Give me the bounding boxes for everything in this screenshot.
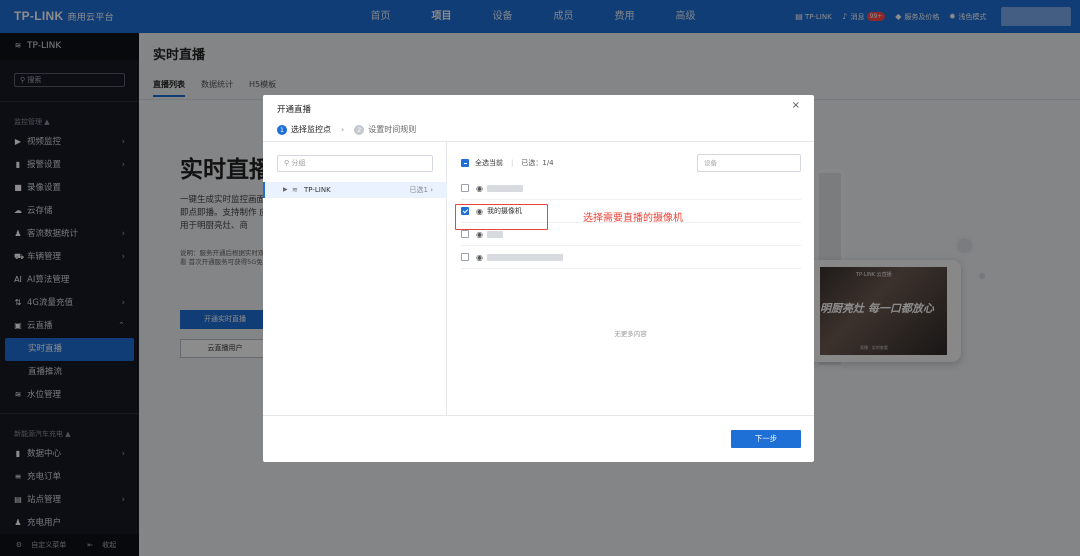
step-1-label: 选择监控点 — [291, 125, 331, 134]
modal-title: 开通直播 — [277, 105, 312, 115]
redacted-device-name — [486, 184, 523, 192]
device-checkbox[interactable] — [461, 184, 469, 192]
next-step-button[interactable]: 下一步 — [731, 430, 801, 448]
selected-count: 已选：1/4 — [521, 159, 554, 167]
tree-node-tp-link[interactable]: ▶ ≋ TP-LINK 已选1 › — [263, 182, 447, 198]
device-row[interactable]: ◉ — [461, 177, 801, 200]
annotation-text: 选择需要直播的摄像机 — [583, 213, 683, 224]
tree-node-count: 已选1 › — [409, 186, 433, 194]
caret-right-icon[interactable]: ▶ — [283, 182, 288, 198]
tree-node-label: TP-LINK — [304, 186, 331, 194]
layers-icon: ≋ — [292, 186, 298, 194]
device-row[interactable]: ◉ — [461, 246, 801, 269]
divider: | — [511, 159, 514, 167]
modal-footer-divider — [263, 415, 814, 416]
redacted-device-name — [486, 253, 563, 261]
step-2-badge: 2 — [354, 124, 365, 135]
camera-icon: ◉ — [476, 183, 483, 193]
chevron-right-icon: › — [341, 125, 345, 134]
step-1-badge: 1 — [277, 124, 287, 135]
select-all-checkbox[interactable] — [461, 159, 469, 167]
no-more-text: 无更多内容 — [614, 330, 647, 338]
camera-icon: ◉ — [476, 229, 483, 239]
select-all-bar: 全选当前 | 已选：1/4 — [461, 158, 554, 168]
annotation-highlight-box — [455, 204, 548, 230]
group-search-input[interactable]: ⚲ 分组 — [277, 155, 433, 172]
open-live-modal: 开通直播 × 1 选择监控点 › 2 设置时间规则 ⚲ 分组 ▶ ≋ TP-LI… — [263, 95, 814, 462]
camera-icon: ◉ — [476, 252, 483, 262]
group-pane: ⚲ 分组 ▶ ≋ TP-LINK 已选1 › — [263, 142, 447, 415]
modal-steps: 1 选择监控点 › 2 设置时间规则 — [277, 124, 416, 135]
step-2-label: 设置时间规则 — [368, 125, 417, 134]
select-all-label[interactable]: 全选当前 — [475, 158, 503, 168]
device-search-input[interactable]: 设备 — [697, 154, 801, 172]
device-pane: 全选当前 | 已选：1/4 设备 ◉ ◉ 我的摄像机 ◉ ◉ 无更多内容 — [447, 142, 814, 415]
device-checkbox[interactable] — [461, 253, 469, 261]
redacted-device-name — [486, 230, 503, 238]
close-icon[interactable]: × — [792, 100, 800, 111]
device-checkbox[interactable] — [461, 230, 469, 238]
